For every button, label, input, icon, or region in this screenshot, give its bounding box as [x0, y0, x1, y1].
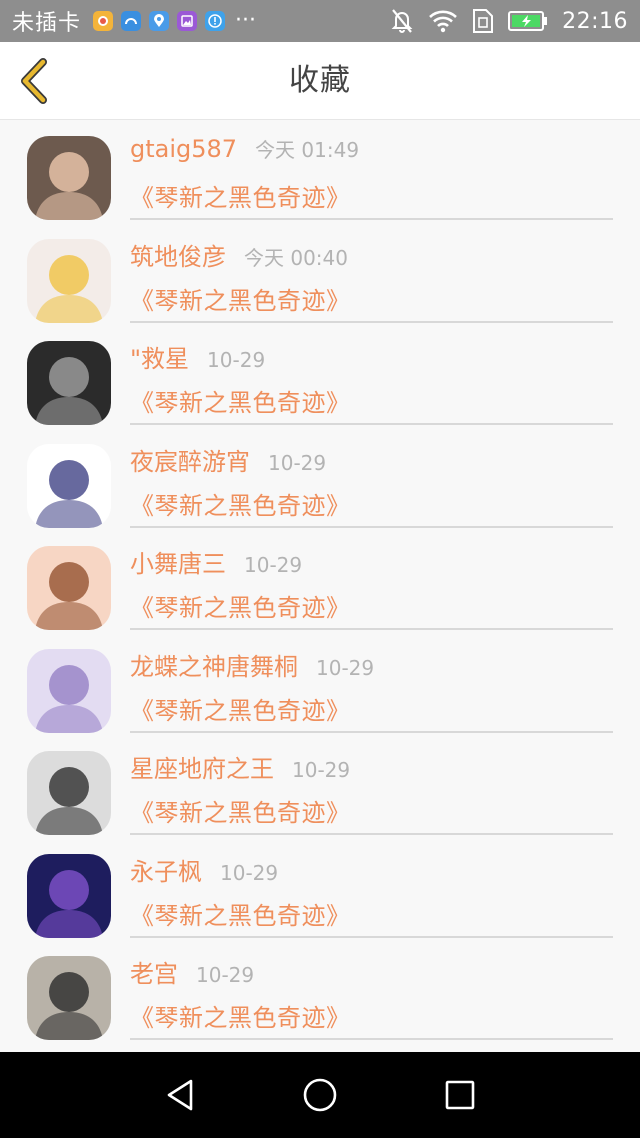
book-title[interactable]: 《琴新之黑色奇迹》	[130, 588, 613, 623]
list-item-header: 筑地俊彦 今天 00:40	[130, 237, 613, 281]
username[interactable]: 小舞唐三	[130, 544, 226, 579]
list-item[interactable]: 夜宸醉游宵 10-29 《琴新之黑色奇迹》	[0, 428, 640, 531]
list-item-body: 小舞唐三 10-29 《琴新之黑色奇迹》	[130, 544, 613, 630]
list-item-body: 龙蝶之神唐舞桐 10-29 《琴新之黑色奇迹》	[130, 647, 613, 733]
book-title[interactable]: 《琴新之黑色奇迹》	[130, 383, 613, 418]
status-bar: 未插卡 ··· 22:16	[0, 0, 640, 42]
timestamp: 10-29	[292, 758, 351, 782]
list-item-header: 星座地府之王 10-29	[130, 749, 613, 793]
more-notifications-indicator: ···	[235, 8, 256, 33]
avatar[interactable]	[27, 546, 111, 630]
timestamp: 10-29	[316, 655, 375, 680]
username[interactable]: 筑地俊彦	[130, 237, 226, 272]
book-title[interactable]: 《琴新之黑色奇迹》	[130, 178, 613, 213]
list-item[interactable]: gtaig587 今天 01:49 《琴新之黑色奇迹》	[0, 120, 640, 223]
page-title: 收藏	[289, 63, 351, 98]
list-item-header: "救星 10-29	[130, 339, 613, 383]
book-title[interactable]: 《琴新之黑色奇迹》	[130, 998, 613, 1033]
list-item-body: 筑地俊彦 今天 00:40 《琴新之黑色奇迹》	[130, 237, 613, 323]
username[interactable]: gtaig587	[130, 135, 237, 163]
clock-time: 22:16	[562, 8, 628, 34]
book-title[interactable]: 《琴新之黑色奇迹》	[130, 691, 613, 726]
nav-back-button[interactable]	[150, 1065, 210, 1125]
list-item-body: 永子枫 10-29 《琴新之黑色奇迹》	[130, 852, 613, 938]
list-item-body: 老宫 10-29 《琴新之黑色奇迹》	[130, 954, 613, 1040]
status-bar-left: 未插卡 ···	[0, 5, 256, 37]
timestamp: 10-29	[196, 963, 255, 987]
list-item-header: 夜宸醉游宵 10-29	[130, 442, 613, 486]
sim-status-icon	[472, 8, 494, 34]
circle-home-icon	[303, 1078, 337, 1112]
status-bar-right: 22:16	[390, 8, 640, 34]
mute-icon	[390, 8, 414, 34]
username[interactable]: 星座地府之王	[130, 749, 274, 784]
list-item-header: gtaig587 今天 01:49	[130, 134, 613, 178]
list-item-header: 老宫 10-29	[130, 954, 613, 998]
list-item-body: "救星 10-29 《琴新之黑色奇迹》	[130, 339, 613, 425]
nav-recents-button[interactable]	[430, 1065, 490, 1125]
list-item-body: 星座地府之王 10-29 《琴新之黑色奇迹》	[130, 749, 613, 835]
list-item[interactable]: 永子枫 10-29 《琴新之黑色奇迹》	[0, 838, 640, 941]
weather-app-icon	[93, 11, 114, 31]
square-recents-icon	[445, 1080, 475, 1110]
avatar[interactable]	[27, 853, 111, 938]
username[interactable]: 永子枫	[130, 852, 202, 887]
avatar[interactable]	[27, 443, 111, 528]
system-nav-bar	[0, 1052, 640, 1138]
book-title[interactable]: 《琴新之黑色奇迹》	[130, 486, 613, 521]
carrier-label: 未插卡	[12, 11, 82, 36]
list-item[interactable]: "救星 10-29 《琴新之黑色奇迹》	[0, 325, 640, 428]
avatar[interactable]	[27, 751, 111, 835]
book-title[interactable]: 《琴新之黑色奇迹》	[130, 793, 613, 828]
username[interactable]: "救星	[130, 339, 189, 374]
timestamp: 10-29	[244, 553, 303, 577]
username[interactable]: 老宫	[130, 954, 178, 989]
list-item[interactable]: 小舞唐三 10-29 《琴新之黑色奇迹》	[0, 530, 640, 633]
list-item-header: 小舞唐三 10-29	[130, 544, 613, 588]
timestamp: 10-29	[207, 348, 266, 372]
list-item-header: 永子枫 10-29	[130, 852, 613, 896]
info-app-icon	[205, 11, 226, 31]
gallery-app-icon	[177, 11, 198, 31]
list-item[interactable]: 龙蝶之神唐舞桐 10-29 《琴新之黑色奇迹》	[0, 633, 640, 736]
list-item-body: gtaig587 今天 01:49 《琴新之黑色奇迹》	[130, 134, 613, 220]
list-item[interactable]: 星座地府之王 10-29 《琴新之黑色奇迹》	[0, 735, 640, 838]
username[interactable]: 龙蝶之神唐舞桐	[130, 647, 298, 682]
avatar[interactable]	[27, 956, 111, 1040]
favorites-list: gtaig587 今天 01:49 《琴新之黑色奇迹》 筑地俊彦 今天 00:40 《琴新…	[0, 120, 640, 1052]
list-item-body: 夜宸醉游宵 10-29 《琴新之黑色奇迹》	[130, 442, 613, 528]
list-item-header: 龙蝶之神唐舞桐 10-29	[130, 647, 613, 691]
triangle-back-icon	[167, 1079, 193, 1111]
browser-app-icon	[121, 11, 142, 31]
timestamp: 10-29	[220, 860, 279, 885]
wifi-icon	[428, 9, 458, 33]
avatar[interactable]	[27, 136, 111, 220]
avatar[interactable]	[27, 341, 111, 425]
username[interactable]: 夜宸醉游宵	[130, 442, 250, 477]
list-item[interactable]: 老宫 10-29 《琴新之黑色奇迹》	[0, 940, 640, 1043]
book-title[interactable]: 《琴新之黑色奇迹》	[130, 281, 613, 316]
app-header: 收藏	[0, 42, 640, 120]
timestamp: 今天 01:49	[255, 138, 360, 162]
timestamp: 10-29	[268, 450, 327, 475]
book-title[interactable]: 《琴新之黑色奇迹》	[130, 896, 613, 931]
battery-charging-icon	[508, 10, 548, 32]
list-item[interactable]: 筑地俊彦 今天 00:40 《琴新之黑色奇迹》	[0, 223, 640, 326]
avatar[interactable]	[27, 648, 111, 733]
nav-home-button[interactable]	[290, 1065, 350, 1125]
timestamp: 今天 00:40	[244, 245, 348, 270]
avatar[interactable]	[27, 238, 111, 323]
location-app-icon	[149, 11, 170, 31]
